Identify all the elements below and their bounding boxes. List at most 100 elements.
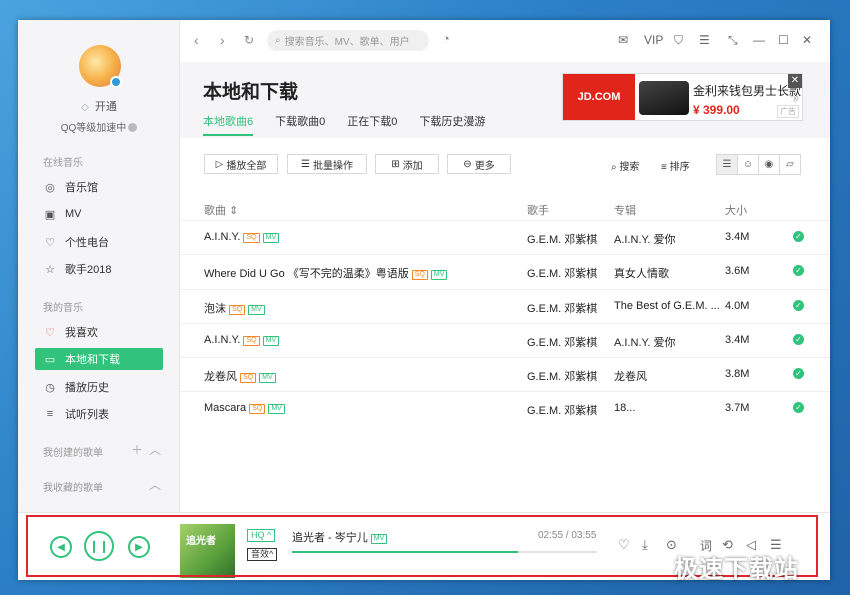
sidebar-item-trial-list[interactable]: ≡ 试听列表 xyxy=(35,403,163,425)
heart-icon: ♡ xyxy=(45,326,55,339)
mv-tag[interactable]: MV xyxy=(262,233,280,243)
minimize-icon[interactable]: — xyxy=(753,33,765,47)
table-row[interactable]: Mascara SQ MV G.E.M. 邓紫棋 18... 3.7M ✓ xyxy=(180,391,830,425)
singer-view-icon[interactable]: ☺ xyxy=(737,154,759,175)
play-all-button[interactable]: ▷ 播放全部 xyxy=(204,154,278,174)
mv-tag[interactable]: MV xyxy=(259,373,276,384)
previous-icon[interactable]: ◀ xyxy=(50,536,72,558)
search-input[interactable]: ⌕ 搜索音乐、MV、歌单、用户 xyxy=(267,30,429,51)
artist-name[interactable]: G.E.M. 邓紫棋 xyxy=(527,265,611,281)
artist-name[interactable]: G.E.M. 邓紫棋 xyxy=(527,300,611,316)
chevron-up-icon[interactable]: ︿ xyxy=(149,441,161,458)
song-name[interactable]: Mascara SQ MV xyxy=(204,402,524,415)
pause-icon[interactable]: ❙❙ xyxy=(84,531,114,561)
more-button[interactable]: ⊖ 更多 xyxy=(447,154,511,174)
artist-name[interactable]: G.E.M. 邓紫棋 xyxy=(527,402,611,418)
header-artist[interactable]: 歌手 xyxy=(527,202,611,218)
song-name[interactable]: A.I.N.Y. SQ MV xyxy=(204,231,524,243)
table-row[interactable]: A.I.N.Y. SQ MV G.E.M. 邓紫棋 A.I.N.Y. 爱你 3.4M ✓ xyxy=(180,220,830,254)
file-size: 3.4M xyxy=(725,333,750,346)
section-my-music: 我的音乐 xyxy=(43,303,83,314)
next-icon[interactable]: ▶ xyxy=(128,536,150,558)
sidebar-item-history[interactable]: ◷ 播放历史 xyxy=(35,376,163,398)
album-name[interactable]: The Best of G.E.M. ... xyxy=(614,300,722,312)
voice-search-icon[interactable]: ◔ xyxy=(442,31,450,46)
header-size[interactable]: 大小 xyxy=(725,202,775,218)
tab-local-songs[interactable]: 本地歌曲6 xyxy=(203,113,254,136)
mv-tag[interactable]: MV xyxy=(262,335,280,346)
sidebar-item-radio[interactable]: ♡ 个性电台 xyxy=(35,231,163,253)
album-name[interactable]: 龙卷风 xyxy=(614,368,722,384)
sidebar-item-favorites[interactable]: ♡ 我喜欢 xyxy=(35,321,163,343)
progress-bar[interactable] xyxy=(292,551,597,553)
section-collected-playlists[interactable]: 我收藏的歌单 xyxy=(43,479,103,494)
table-row[interactable]: Where Did U Go 《写不完的温柔》粤语版 SQ MV G.E.M. 邓紫棋… xyxy=(180,254,830,288)
vip-row[interactable]: ◇ 开通 xyxy=(18,98,180,114)
mv-tag[interactable]: MV xyxy=(248,304,265,315)
album-name[interactable]: 真女人情歌 xyxy=(614,265,722,281)
artist-name[interactable]: G.E.M. 邓紫棋 xyxy=(527,231,611,247)
menu-icon[interactable]: ☰ xyxy=(699,33,710,47)
forward-icon[interactable]: › xyxy=(220,32,225,48)
album-name[interactable]: A.I.N.Y. 爱你 xyxy=(614,334,722,350)
sort-icon: ≡ xyxy=(661,162,670,173)
album-cover[interactable]: 追光者 xyxy=(180,524,235,578)
folder-view-icon[interactable]: ▱ xyxy=(779,154,801,175)
sidebar-item-local-download[interactable]: ▭ 本地和下载 xyxy=(35,348,163,370)
artist-name[interactable]: G.E.M. 邓紫棋 xyxy=(527,368,611,384)
section-created-playlists[interactable]: 我创建的歌单 xyxy=(43,444,103,459)
tab-download-history[interactable]: 下载历史漫游 xyxy=(419,113,485,136)
album-view-icon[interactable]: ◉ xyxy=(758,154,780,175)
table-row[interactable]: 泡沫 SQ MV G.E.M. 邓紫棋 The Best of G.E.M. ... 4.… xyxy=(180,288,830,323)
ad-banner[interactable]: JD.COM 金利来钱包男士长款 ¥ 399.00 › ✕ 广告 xyxy=(562,73,803,121)
skin-icon[interactable]: ⛉ xyxy=(674,33,683,48)
song-name[interactable]: Where Did U Go 《写不完的温柔》粤语版 SQ MV xyxy=(204,265,524,281)
app-window: ◇ 开通 QQ等级加速中 在线音乐 ◎ 音乐馆 ▣ MV ♡ 个性电台 ☆ 歌手2018 … xyxy=(18,20,830,580)
add-playlist-icon[interactable]: ＋ xyxy=(131,441,143,458)
tab-downloaded-songs[interactable]: 下载歌曲0 xyxy=(275,113,325,136)
close-icon[interactable]: ✕ xyxy=(802,33,812,47)
sidebar-item-music-hall[interactable]: ◎ 音乐馆 xyxy=(35,176,163,198)
radio-heart-icon: ♡ xyxy=(45,236,55,249)
mv-tag[interactable]: MV xyxy=(268,404,285,415)
song-name-text: 龙卷风 xyxy=(204,371,237,384)
sound-effect-selector[interactable]: 音效^ xyxy=(247,548,278,561)
tab-downloading[interactable]: 正在下载0 xyxy=(347,113,397,136)
ad-product-image xyxy=(639,81,689,115)
maximize-icon[interactable]: ☐ xyxy=(778,33,789,47)
chevron-up-icon[interactable]: ︿ xyxy=(149,476,161,493)
list-view-icon[interactable]: ☰ xyxy=(716,154,738,175)
section-online-music: 在线音乐 xyxy=(43,158,83,169)
vip-button[interactable]: VIP xyxy=(644,33,663,47)
mv-tag[interactable]: MV xyxy=(370,534,388,544)
download-icon[interactable]: ⤓ xyxy=(642,537,648,553)
quality-selector[interactable]: HQ ^ xyxy=(247,529,276,542)
mail-icon[interactable]: ✉ xyxy=(618,33,628,47)
heart-icon[interactable]: ♡ xyxy=(618,537,630,553)
album-name[interactable]: 18... xyxy=(614,402,722,414)
table-row[interactable]: 龙卷风 SQ MV G.E.M. 邓紫棋 龙卷风 3.8M ✓ xyxy=(180,357,830,391)
song-name[interactable]: 泡沫 SQ MV xyxy=(204,300,524,316)
header-song[interactable]: 歌曲 ⇕ xyxy=(204,202,524,218)
search-button[interactable]: ⌕ 搜索 xyxy=(611,158,639,173)
refresh-icon[interactable]: ↻ xyxy=(244,33,254,47)
close-icon[interactable]: ✕ xyxy=(788,74,802,88)
song-name[interactable]: A.I.N.Y. SQ MV xyxy=(204,334,524,346)
header-album[interactable]: 专辑 xyxy=(614,202,722,218)
add-button[interactable]: ⊞ 添加 xyxy=(375,154,439,174)
artist-name[interactable]: G.E.M. 邓紫棋 xyxy=(527,334,611,350)
mini-mode-icon[interactable]: ⤡ xyxy=(728,33,738,48)
sort-button[interactable]: ≡ 排序 xyxy=(661,158,690,173)
song-name: 追光者 - 岑宁儿 xyxy=(292,532,368,544)
now-playing-title[interactable]: 追光者 - 岑宁儿 MV xyxy=(292,529,388,545)
sidebar-item-mv[interactable]: ▣ MV xyxy=(35,203,163,225)
table-row[interactable]: A.I.N.Y. SQ MV G.E.M. 邓紫棋 A.I.N.Y. 爱你 3.4M ✓ xyxy=(180,322,830,357)
qq-level[interactable]: QQ等级加速中 xyxy=(18,119,180,134)
sidebar-item-singers[interactable]: ☆ 歌手2018 xyxy=(35,258,163,280)
song-name[interactable]: 龙卷风 SQ MV xyxy=(204,368,524,384)
mv-tag[interactable]: MV xyxy=(430,270,448,281)
back-icon[interactable]: ‹ xyxy=(194,32,199,48)
batch-operation-button[interactable]: ☰ 批量操作 xyxy=(287,154,367,174)
album-name[interactable]: A.I.N.Y. 爱你 xyxy=(614,231,722,247)
chevron-right-icon[interactable]: › xyxy=(793,89,798,105)
